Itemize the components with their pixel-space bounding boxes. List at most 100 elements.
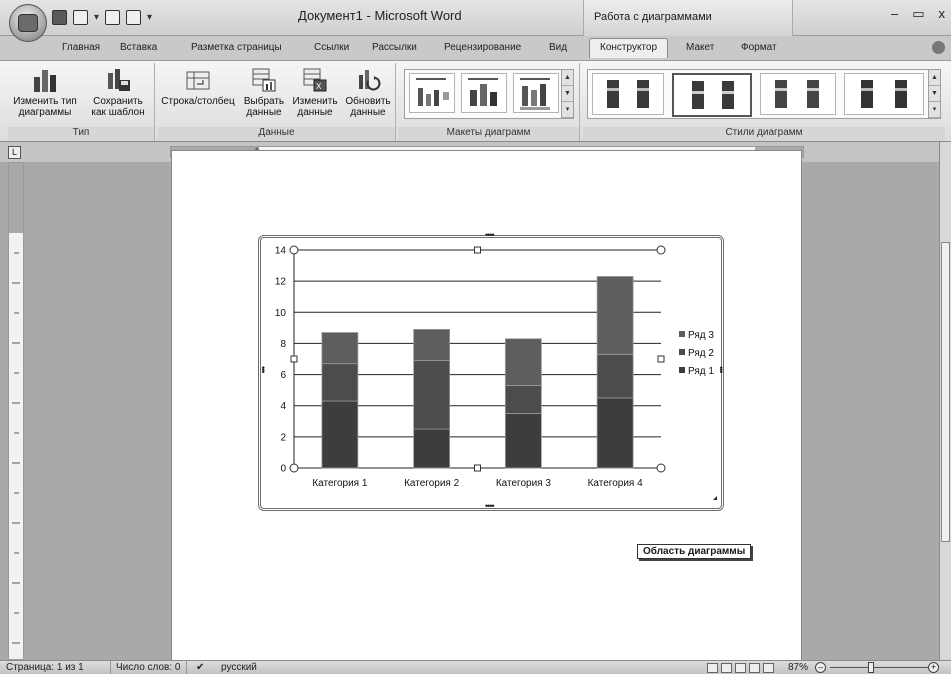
web-layout-view-icon[interactable]: [735, 663, 746, 673]
minimize-icon[interactable]: –: [891, 6, 898, 22]
redo-icon[interactable]: [105, 9, 121, 25]
tab-view[interactable]: Вид: [549, 42, 567, 53]
tab-selector-icon[interactable]: L: [8, 146, 21, 159]
plot-corner-handle[interactable]: [289, 245, 299, 255]
bar-segment[interactable]: [596, 397, 634, 469]
title-bar: ▾ ▾ Документ1 - Microsoft Word Работа с …: [0, 0, 951, 36]
chart[interactable]: 02468101214 Категория 1 Категория 2 Катего…: [261, 238, 721, 508]
chart-styles-gallery[interactable]: ▲ ▼ ▾: [587, 69, 941, 119]
select-data-button[interactable]: Выбрать данные: [240, 67, 288, 118]
bar-segment[interactable]: [321, 400, 359, 469]
full-screen-view-icon[interactable]: [721, 663, 732, 673]
document-page[interactable]: 0 2 4 6 8 10 12 14 Категория 1 Категория 2 Катего…: [171, 150, 802, 670]
tab-format[interactable]: Формат: [741, 42, 777, 53]
y-axis-labels: 0 2 4 6 8 10 12 14: [275, 246, 287, 475]
frame-handle-right-icon[interactable]: •••: [716, 366, 726, 372]
bar-segment[interactable]: [504, 413, 542, 469]
y-tick-label: 6: [280, 370, 286, 381]
save-template-icon: [108, 69, 130, 91]
tab-design[interactable]: Конструктор: [589, 38, 669, 58]
bar-segment[interactable]: [413, 329, 451, 361]
zoom-in-icon[interactable]: +: [928, 662, 939, 673]
help-icon[interactable]: [932, 41, 945, 54]
zoom-out-icon[interactable]: –: [815, 662, 826, 673]
save-icon[interactable]: [52, 9, 67, 25]
plot-side-handle[interactable]: [290, 355, 298, 363]
edit-data-button[interactable]: X Изменить данные: [288, 67, 342, 118]
bar-segment[interactable]: [413, 428, 451, 469]
layout-thumbnail-3[interactable]: [513, 73, 559, 113]
undo-icon[interactable]: [73, 9, 88, 25]
chart-area-tooltip: Область диаграммы: [637, 544, 752, 559]
styles-scroller[interactable]: ▲ ▼ ▾: [928, 70, 940, 118]
draft-view-icon[interactable]: [763, 663, 774, 673]
styles-scroll-down-icon[interactable]: ▼: [929, 86, 940, 102]
bar-segment[interactable]: [504, 385, 542, 414]
outline-view-icon[interactable]: [749, 663, 760, 673]
x-tick-label: Категория 3: [496, 478, 552, 489]
bar-segment[interactable]: [413, 360, 451, 430]
undo-dropdown-icon[interactable]: ▾: [94, 12, 99, 23]
chart-legend: Ряд 3 Ряд 2 Ряд 1: [679, 330, 714, 377]
plot-corner-handle[interactable]: [289, 463, 299, 473]
zoom-slider-thumb[interactable]: [868, 662, 874, 673]
tab-mailings[interactable]: Рассылки: [372, 42, 417, 53]
style-thumbnail-1[interactable]: [592, 73, 664, 115]
tab-insert[interactable]: Вставка: [120, 42, 157, 53]
style-thumbnail-3[interactable]: [760, 73, 836, 115]
tab-home[interactable]: Главная: [62, 42, 100, 53]
tab-layout[interactable]: Макет: [686, 42, 714, 53]
styles-more-icon[interactable]: ▾: [929, 102, 940, 118]
layout-thumbnail-1[interactable]: [409, 73, 455, 113]
spellcheck-icon[interactable]: ✔: [196, 662, 204, 673]
style-thumbnail-2[interactable]: [672, 73, 752, 117]
bar-segment[interactable]: [596, 353, 634, 399]
plot-side-handle[interactable]: [657, 355, 665, 363]
frame-handle-bottom-icon[interactable]: ••••: [485, 501, 495, 511]
customize-toolbar-icon[interactable]: ▾: [147, 12, 152, 23]
maximize-icon[interactable]: ▭: [912, 6, 924, 22]
refresh-data-button[interactable]: Обновить данные: [342, 67, 394, 118]
word-count[interactable]: Число слов: 0: [116, 662, 180, 673]
scroll-down-icon[interactable]: ▼: [562, 86, 573, 102]
zoom-level[interactable]: 87%: [788, 662, 808, 673]
office-button[interactable]: [9, 4, 47, 42]
print-layout-view-icon[interactable]: [707, 663, 718, 673]
bar-segment[interactable]: [321, 363, 359, 402]
scrollbar-thumb[interactable]: [941, 242, 950, 542]
layouts-scroller[interactable]: ▲ ▼ ▾: [561, 70, 573, 118]
language-indicator[interactable]: русский: [221, 662, 257, 673]
layout-thumbnail-2[interactable]: [461, 73, 507, 113]
switch-row-column-button[interactable]: Строка/столбец: [160, 67, 236, 107]
bar-segment[interactable]: [504, 338, 542, 386]
legend-label: Ряд 3: [688, 330, 714, 341]
chart-layouts-gallery[interactable]: ▲ ▼ ▾: [404, 69, 574, 119]
scroll-up-icon[interactable]: ▲: [562, 70, 573, 86]
plot-corner-handle[interactable]: [656, 463, 666, 473]
style-thumbnail-4[interactable]: [844, 73, 924, 115]
vertical-ruler[interactable]: [8, 162, 24, 660]
change-chart-type-button[interactable]: Изменить тип диаграммы: [10, 67, 80, 118]
tab-page-layout[interactable]: Разметка страницы: [191, 42, 282, 53]
chart-area[interactable]: 0 2 4 6 8 10 12 14 Категория 1 Категория 2 Катего…: [258, 230, 726, 511]
more-icon[interactable]: ▾: [562, 102, 573, 118]
vertical-scrollbar[interactable]: [939, 142, 951, 660]
tab-references[interactable]: Ссылки: [314, 42, 349, 53]
bar-segment[interactable]: [596, 276, 634, 355]
switch-row-column-icon: [186, 71, 210, 90]
resize-grip-icon[interactable]: [713, 496, 717, 500]
frame-handle-left-icon[interactable]: •••: [258, 366, 268, 372]
styles-scroll-up-icon[interactable]: ▲: [929, 70, 940, 86]
page-count[interactable]: Страница: 1 из 1: [6, 662, 84, 673]
bar-segment[interactable]: [321, 332, 359, 365]
new-document-icon[interactable]: [126, 9, 142, 25]
plot-side-handle[interactable]: [474, 464, 481, 472]
x-tick-label: Категория 1: [312, 478, 368, 489]
zoom-slider[interactable]: [830, 667, 928, 668]
plot-side-handle[interactable]: [474, 246, 481, 254]
frame-handle-top-icon[interactable]: ••••: [485, 230, 495, 240]
tab-review[interactable]: Рецензирование: [444, 42, 521, 53]
close-icon[interactable]: x: [939, 6, 946, 22]
save-as-template-button[interactable]: Сохранить как шаблон: [84, 67, 152, 118]
plot-corner-handle[interactable]: [656, 245, 666, 255]
